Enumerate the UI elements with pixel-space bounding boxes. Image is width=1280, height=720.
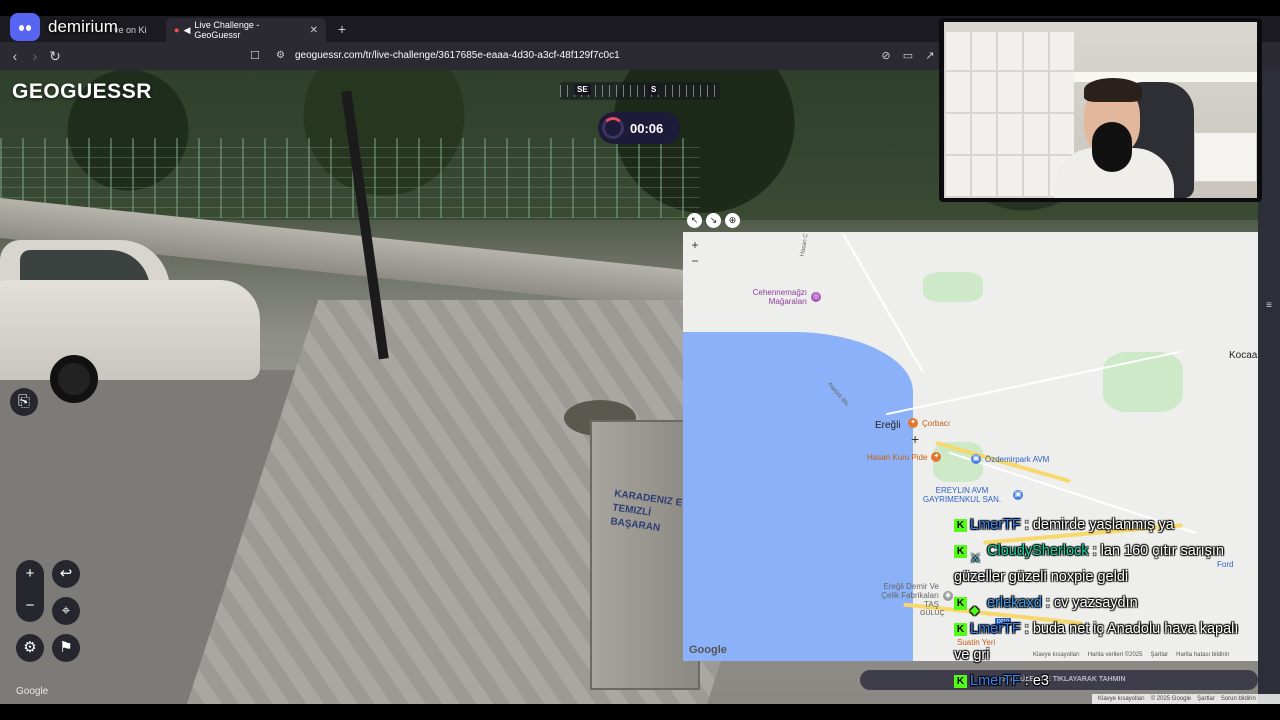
- stream-chat: K LmerTF : demirde yaşlanmış ya K ⚔ CloudyS…: [954, 512, 1254, 694]
- street-label: Hasan C: [799, 232, 810, 258]
- chat-message: K LmerTF : demirde yaşlanmış ya: [954, 512, 1254, 538]
- zoom-controls: + −: [16, 560, 44, 622]
- kick-badge-icon: K: [954, 544, 967, 558]
- poi-cave[interactable]: Cehennemağzı Mağaraları ◎: [737, 288, 825, 306]
- poi-mall-ozdemir[interactable]: ▣ Özdemirpark AVM: [971, 454, 1049, 464]
- map-pin-icon[interactable]: ⊕: [725, 213, 740, 228]
- round-timer: 00:06: [598, 112, 680, 144]
- poi-mall-ereylin[interactable]: EREYLIN AVM GAYRIMENKUL SAN. ▣: [915, 486, 1027, 504]
- chat-message: K ⚔ CloudySherlock : lan 160 çıtır sarışın…: [954, 538, 1254, 590]
- kick-badge-icon: K: [954, 674, 967, 688]
- back-button[interactable]: ‹: [6, 47, 24, 65]
- geoguessr-favicon-icon: ●: [174, 25, 180, 35]
- factory-icon: ◉: [943, 590, 953, 601]
- zoom-out-button[interactable]: −: [16, 592, 44, 620]
- chat-text: : cv yazsaydın: [1045, 595, 1138, 611]
- chat-message: K ◆ erlekaxd : cv yazsaydın: [954, 590, 1254, 617]
- poi-restaurant-hasan-kuru[interactable]: Hasan Kuru Pide ✦: [867, 452, 945, 462]
- restaurant-icon: ✦: [908, 418, 918, 428]
- parked-car: [0, 240, 270, 410]
- street-view-attribution: Klavye kısayolları © 2025 Google Şartlar…: [1092, 694, 1280, 704]
- poi-steel-factory[interactable]: Ereğli Demir Ve Çelik Fabrikaları TAŞ ◉: [869, 582, 957, 609]
- shopping-icon: ▣: [971, 454, 981, 464]
- new-tab-button[interactable]: +: [334, 20, 350, 38]
- timer-ring-icon: [602, 117, 624, 139]
- map-shrink-icon[interactable]: ↘: [706, 213, 721, 228]
- screen: { "overlay": { "discord_name": "demirium…: [0, 0, 1280, 720]
- speaker-icon: ◀: [183, 24, 191, 35]
- address-bar[interactable]: ⚙ geoguessr.com/tr/live-challenge/361768…: [268, 46, 940, 66]
- gem-badge-icon: ◆: [970, 602, 980, 617]
- tab-live-challenge[interactable]: ● ◀ Live Challenge - GeoGuessr ✕: [166, 18, 326, 42]
- compass: SE S: [560, 82, 720, 100]
- district-label: GÜLÜÇ: [920, 610, 945, 617]
- flag-checkpoint-icon[interactable]: ⚑: [52, 634, 80, 662]
- restaurant-icon: ✦: [931, 452, 942, 462]
- chat-username: erlekaxd: [987, 595, 1042, 611]
- city-label-eregli: Ereğli: [875, 420, 901, 431]
- keyboard-shortcuts-link[interactable]: Klavye kısayolları: [1098, 694, 1145, 704]
- tab-label: ve on Ki: [114, 25, 147, 35]
- undo-move-button[interactable]: ↩: [52, 560, 80, 588]
- shelf: [944, 32, 1074, 198]
- bookmark-icon[interactable]: ☐: [246, 47, 264, 65]
- reader-mode-icon[interactable]: ⊘: [878, 47, 894, 65]
- url-text: geoguessr.com/tr/live-challenge/3617685e…: [295, 50, 620, 61]
- zoom-in-button[interactable]: +: [16, 560, 44, 588]
- compass-se: SE: [574, 84, 591, 95]
- tab-label: Live Challenge - GeoGuessr: [194, 20, 260, 40]
- share-icon[interactable]: ↗: [922, 47, 938, 65]
- forward-button[interactable]: ›: [26, 47, 44, 65]
- kick-badge-icon: K: [954, 596, 967, 610]
- chat-username: CloudySherlock: [987, 543, 1089, 559]
- google-watermark: Google: [16, 686, 49, 697]
- return-to-start-button[interactable]: ⌖: [52, 597, 80, 625]
- discord-overlay: demirium: [10, 13, 118, 41]
- chat-username: LmerTF: [970, 517, 1021, 533]
- copyright-text: © 2025 Google: [1150, 696, 1192, 702]
- chat-username: LmerTF: [970, 673, 1021, 689]
- compass-s: S: [648, 84, 660, 95]
- report-location-icon[interactable]: ⎘: [10, 388, 38, 416]
- chat-username: LmerTF: [970, 621, 1021, 637]
- menu-icon[interactable]: ≡: [1258, 300, 1280, 311]
- microphone: [1092, 122, 1132, 172]
- discord-username: demirium: [48, 17, 118, 36]
- chat-message: K LmerTF : e3: [954, 668, 1254, 694]
- dumpster-label: KARADENIZ E TEMIZLİ BAŞARAN: [609, 488, 683, 535]
- shopping-icon: ▣: [1013, 490, 1023, 500]
- chat-text: : demirde yaşlanmış ya: [1024, 517, 1174, 533]
- map-expand-icon[interactable]: ↖: [687, 213, 702, 228]
- report-problem-link[interactable]: Sorun bildirin: [1221, 694, 1256, 704]
- close-tab-icon[interactable]: ✕: [310, 25, 318, 36]
- map-crosshair-icon: +: [911, 431, 920, 447]
- discord-icon: [10, 13, 40, 41]
- timer-text: 00:06: [630, 120, 664, 136]
- kick-badge-icon: K: [954, 622, 967, 636]
- kick-badge-icon: K: [954, 518, 967, 532]
- site-settings-icon[interactable]: ⚙: [276, 46, 285, 66]
- city-label-kocaali: Kocaa: [1229, 350, 1258, 361]
- reload-button[interactable]: ↻: [46, 47, 64, 65]
- piano: [1194, 132, 1257, 182]
- google-map-logo: Google: [689, 644, 727, 656]
- poi-restaurant-corbaci[interactable]: ✦ Çorbacı: [908, 418, 950, 428]
- attraction-icon: ◎: [811, 292, 821, 302]
- geoguessr-logo[interactable]: GEOGUESSR: [12, 80, 152, 104]
- chat-message: K LmerTF : buda net iç Anadolu hava kapal…: [954, 616, 1254, 668]
- chat-text: : e3: [1024, 673, 1049, 689]
- webcam-overlay: [939, 18, 1262, 202]
- screen-icon[interactable]: ▭: [900, 47, 916, 65]
- settings-gear-icon[interactable]: ⚙: [16, 634, 44, 662]
- terms-link[interactable]: Şartlar: [1197, 694, 1215, 704]
- sword-badge-icon: ⚔: [970, 550, 981, 565]
- map-zoom-out-button[interactable]: −: [686, 252, 704, 270]
